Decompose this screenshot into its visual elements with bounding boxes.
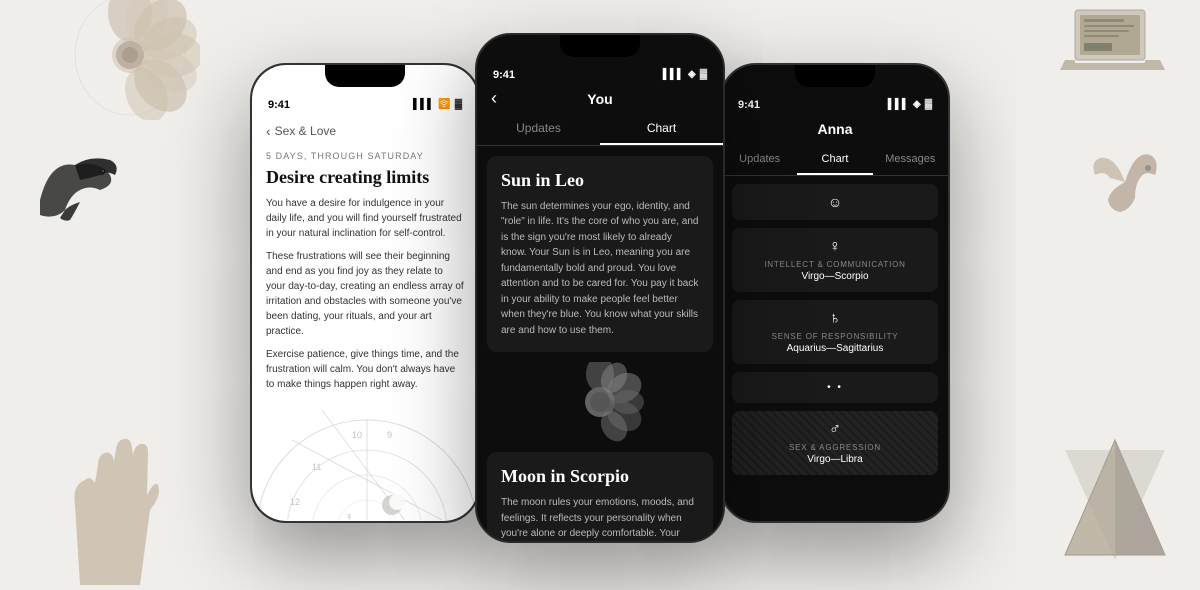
hand-decoration — [40, 425, 160, 585]
moon-scorpio-title: Moon in Scorpio — [501, 466, 699, 487]
phone-left: 9:41 ▌▌▌ 🛜 ▓ ‹ Sex & Love 5 DAYS, THROUG… — [250, 63, 480, 523]
status-icons-center: ▌▌▌ ◈ ▓ — [663, 69, 707, 80]
center-scroll-content: Sun in Leo The sun determines your ego, … — [477, 146, 723, 541]
tab-messages-right[interactable]: Messages — [873, 145, 948, 175]
laptop-decoration — [1060, 5, 1170, 95]
responsibility-symbol: ♄ — [829, 310, 841, 328]
body-paragraph-3: Exercise patience, give things time, and… — [266, 347, 464, 392]
left-nav[interactable]: ‹ Sex & Love — [252, 115, 478, 147]
screen-right: 9:41 ▌▌▌ ◈ ▓ Anna Updates Chart Messages — [722, 65, 948, 521]
notch-right — [795, 65, 875, 87]
notch-left — [325, 65, 405, 87]
mars-label: SEX & AGGRESSION — [789, 443, 881, 452]
moon-scorpio-card: Moon in Scorpio The moon rules your emot… — [487, 452, 713, 541]
svg-text:11: 11 — [312, 462, 321, 472]
body-paragraph-2: These frustrations will see their beginn… — [266, 249, 464, 339]
intellect-symbol: ♀ — [829, 238, 841, 256]
status-bar-center: 9:41 ▌▌▌ ◈ ▓ — [477, 57, 723, 85]
astro-item-dots: • • — [732, 372, 938, 403]
svg-text:10: 10 — [352, 430, 362, 440]
pyramid-decoration — [1060, 435, 1170, 565]
astro-item-intellect: ♀ INTELLECT & COMMUNICATION Virgo—Scorpi… — [732, 228, 938, 292]
flower-image — [477, 362, 723, 442]
phones-container: 9:41 ▌▌▌ 🛜 ▓ ‹ Sex & Love 5 DAYS, THROUG… — [200, 13, 1000, 573]
article-title: Desire creating limits — [252, 165, 478, 197]
status-icons-right: ▌▌▌ ◈ ▓ — [888, 99, 932, 110]
article-body: You have a desire for indulgence in your… — [252, 196, 478, 392]
wifi-icon-r: ◈ — [913, 99, 921, 110]
signal-icon-c: ▌▌▌ — [663, 69, 684, 80]
mars-symbol: ♂ — [829, 421, 841, 439]
bird-right-decoration — [1080, 140, 1170, 225]
wifi-icon: 🛜 — [438, 99, 450, 110]
astro-item-responsibility: ♄ SENSE OF RESPONSIBILITY Aquarius—Sagit… — [732, 300, 938, 364]
dots-symbol: • • — [827, 382, 843, 393]
screen-left: 9:41 ▌▌▌ 🛜 ▓ ‹ Sex & Love 5 DAYS, THROUG… — [252, 65, 478, 521]
time-center: 9:41 — [493, 69, 515, 81]
battery-icon-c: ▓ — [700, 69, 707, 80]
astro-item-sex-aggression: ♂ SEX & AGGRESSION Virgo—Libra — [732, 411, 938, 475]
battery-icon: ▓ — [455, 99, 462, 110]
battery-icon-r: ▓ — [925, 99, 932, 110]
signal-icon-r: ▌▌▌ — [888, 99, 909, 110]
responsibility-range: Aquarius—Sagittarius — [787, 343, 884, 354]
astro-chart-area: 10 9 11 12 ♀ ↑ — [252, 400, 478, 520]
wifi-icon-c: ◈ — [688, 69, 696, 80]
phone-right: 9:41 ▌▌▌ ◈ ▓ Anna Updates Chart Messages — [720, 63, 950, 523]
astro-item-smiley: ☺ — [732, 184, 938, 220]
nav-back-label: Sex & Love — [275, 124, 336, 138]
time-right: 9:41 — [738, 99, 760, 111]
sun-leo-text: The sun determines your ego, identity, a… — [501, 199, 699, 339]
sun-leo-card: Sun in Leo The sun determines your ego, … — [487, 156, 713, 353]
responsibility-label: SENSE OF RESPONSIBILITY — [772, 332, 899, 341]
moon-scorpio-text: The moon rules your emotions, moods, and… — [501, 495, 699, 541]
status-icons-left: ▌▌▌ 🛜 ▓ — [413, 99, 462, 110]
back-chevron: ‹ — [266, 123, 271, 139]
flower-decoration — [60, 0, 200, 120]
svg-text:9: 9 — [387, 430, 392, 440]
date-tag: 5 DAYS, THROUGH SATURDAY — [252, 147, 478, 165]
center-back-button[interactable]: ‹ — [491, 88, 497, 109]
phone-center: 9:41 ▌▌▌ ◈ ▓ ‹ You Updates Chart — [475, 33, 725, 543]
right-header: Anna — [722, 115, 948, 145]
notch-center — [560, 35, 640, 57]
intellect-range: Virgo—Scorpio — [801, 271, 868, 282]
tab-chart-right[interactable]: Chart — [797, 145, 872, 175]
smiley-symbol: ☺ — [828, 194, 842, 210]
intellect-label: INTELLECT & COMMUNICATION — [764, 260, 906, 269]
svg-text:♀: ♀ — [345, 511, 353, 520]
status-bar-right: 9:41 ▌▌▌ ◈ ▓ — [722, 87, 948, 115]
center-tabs: Updates Chart — [477, 113, 723, 146]
right-tabs: Updates Chart Messages — [722, 145, 948, 176]
tab-chart-center[interactable]: Chart — [600, 113, 723, 145]
flower-svg — [535, 362, 665, 442]
body-paragraph-1: You have a desire for indulgence in your… — [266, 196, 464, 241]
right-title: Anna — [818, 121, 853, 137]
time-left: 9:41 — [268, 99, 290, 111]
screen-center: 9:41 ▌▌▌ ◈ ▓ ‹ You Updates Chart — [477, 35, 723, 541]
tab-updates-center[interactable]: Updates — [477, 113, 600, 145]
right-scroll-content: ☺ ♀ INTELLECT & COMMUNICATION Virgo—Scor… — [722, 176, 948, 521]
status-bar-left: 9:41 ▌▌▌ 🛜 ▓ — [252, 87, 478, 115]
astro-chart-svg: 10 9 11 12 ♀ ↑ — [252, 400, 478, 520]
center-title: You — [587, 91, 612, 107]
mars-range: Virgo—Libra — [807, 454, 862, 465]
sun-leo-title: Sun in Leo — [501, 170, 699, 191]
bird-left-decoration — [20, 140, 130, 230]
tab-updates-right[interactable]: Updates — [722, 145, 797, 175]
center-header: ‹ You — [477, 85, 723, 113]
svg-text:12: 12 — [290, 497, 300, 507]
signal-icon: ▌▌▌ — [413, 99, 434, 110]
